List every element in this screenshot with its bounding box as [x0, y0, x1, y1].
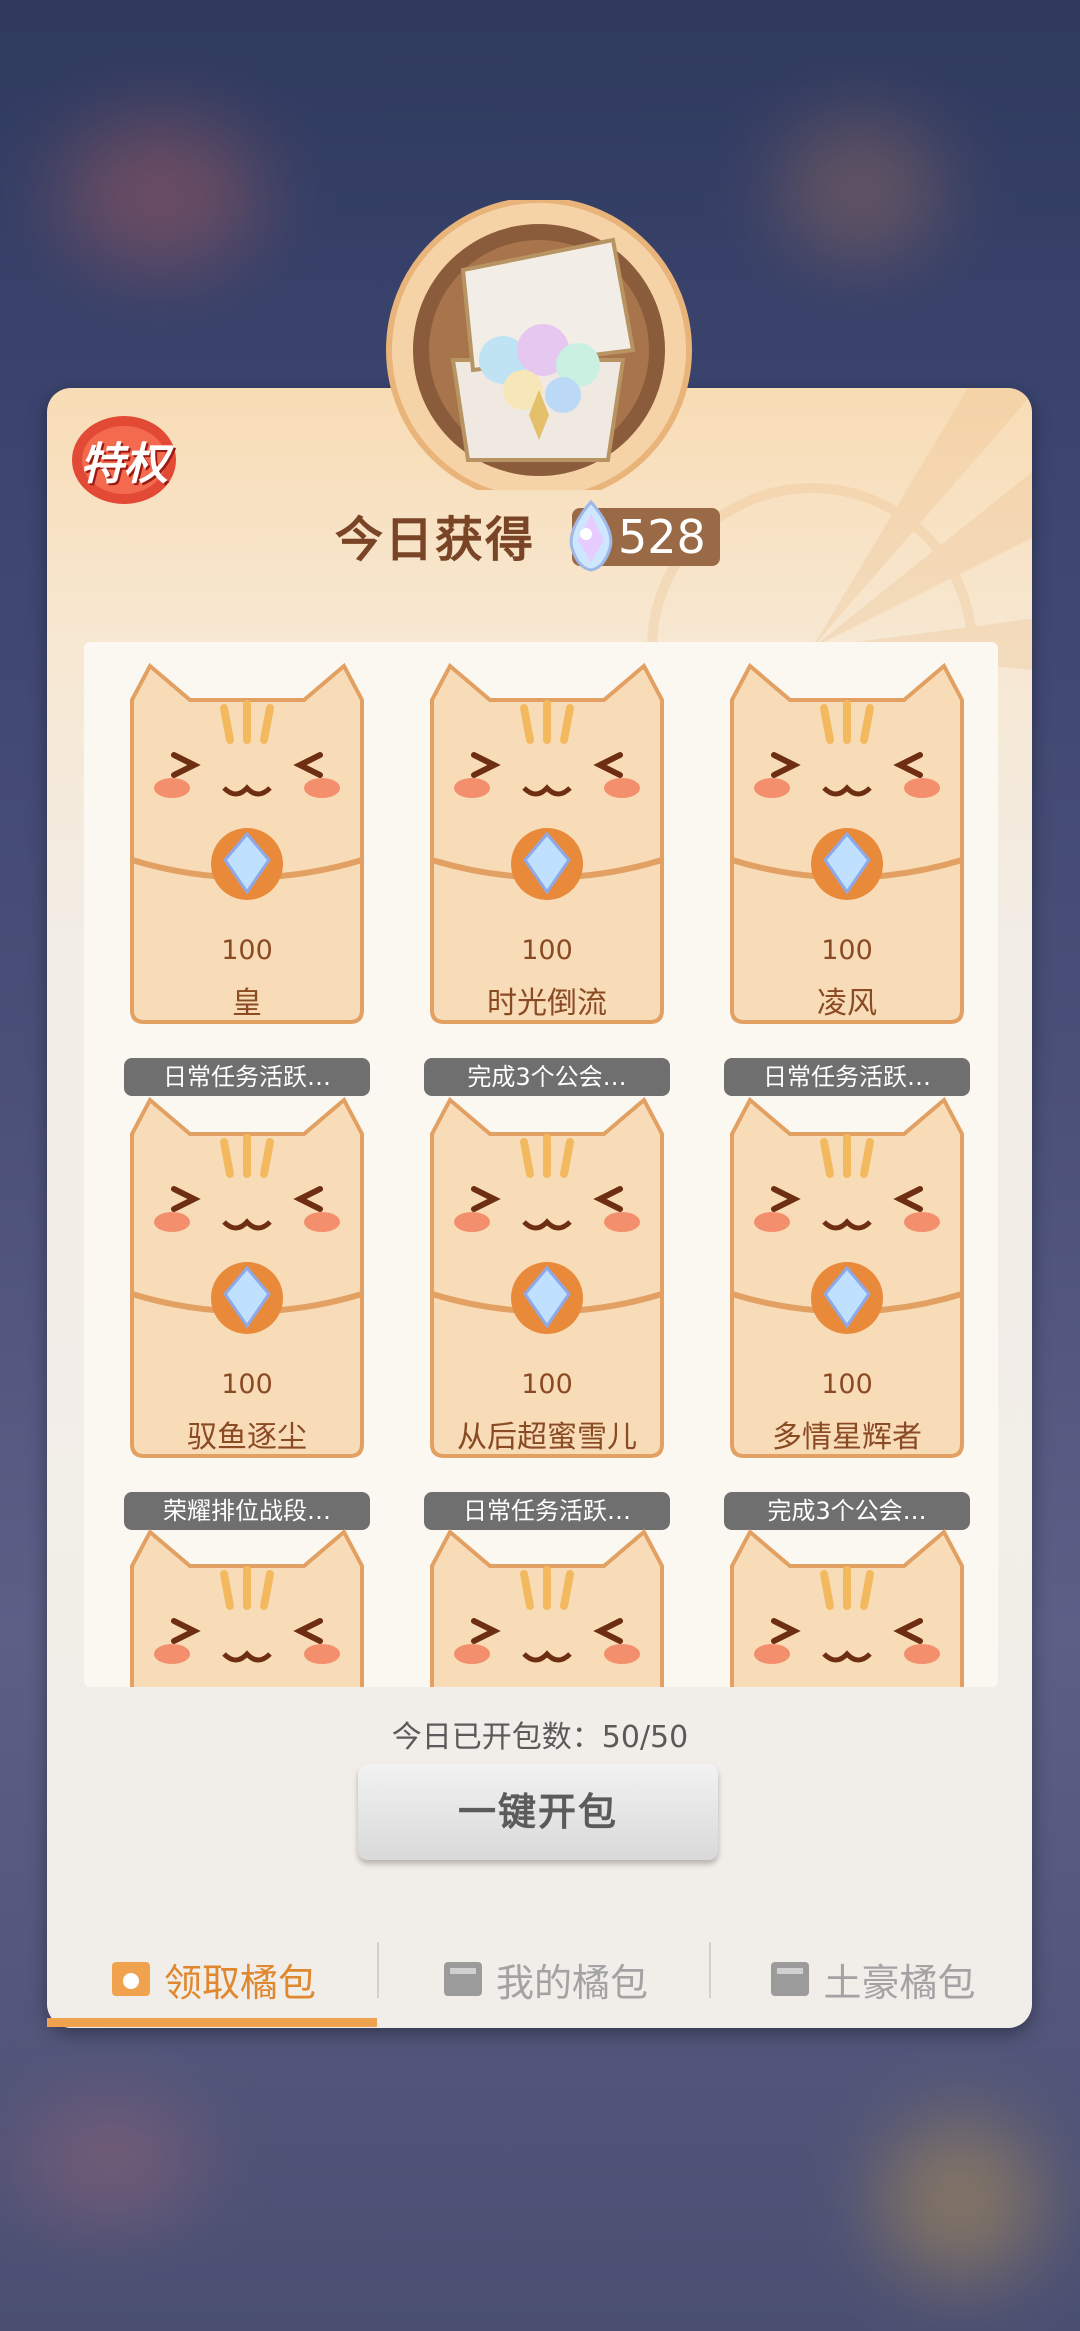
open-count-text: 今日已开包数：50/50	[391, 1720, 689, 1755]
tab-bar: 领取橘包 我的橘包 土豪橘包	[47, 1930, 1032, 2028]
cat-envelope-icon	[130, 662, 364, 1024]
gem-icon	[569, 500, 613, 572]
envelope-value: 100	[221, 1369, 273, 1400]
cat-envelope-icon	[730, 1096, 964, 1458]
envelope-card[interactable]: 100 从后超蜜雪儿 日常任务活跃…	[424, 1094, 670, 1530]
envelope-sender: 驭鱼逐尘	[187, 1420, 307, 1455]
privilege-badge: 特权	[68, 410, 180, 510]
envelope-task: 日常任务活跃…	[724, 1058, 970, 1096]
envelope-value: 100	[521, 1369, 573, 1400]
envelope-sender: 多情星辉者	[772, 1420, 922, 1455]
envelope-card[interactable]	[424, 1526, 670, 1687]
envelope-task: 完成3个公会…	[424, 1058, 670, 1096]
tab-rich-label: 土豪橘包	[823, 1960, 976, 2005]
cat-envelope-icon	[130, 1528, 364, 1687]
envelope-card[interactable]	[724, 1526, 970, 1687]
envelope-tab-icon	[111, 1962, 150, 1996]
envelope-card[interactable]: 100 凌风 日常任务活跃…	[724, 660, 970, 1096]
envelope-task: 日常任务活跃…	[124, 1058, 370, 1096]
envelope-card[interactable]: 100 多情星辉者 完成3个公会…	[724, 1094, 970, 1530]
background-blur	[20, 2100, 200, 2220]
page-title: 今日获得	[335, 512, 536, 568]
envelope-card[interactable]: 100 时光倒流 完成3个公会…	[424, 660, 670, 1096]
tab-mine[interactable]: 我的橘包	[379, 1930, 709, 2028]
open-all-button[interactable]: 一键开包	[358, 1764, 718, 1860]
envelope-task: 日常任务活跃…	[424, 1492, 670, 1530]
cat-envelope-icon	[730, 662, 964, 1024]
tab-rich[interactable]: 土豪橘包	[711, 1930, 1032, 2028]
envelope-tab-icon	[771, 1962, 810, 1996]
envelope-grid[interactable]: 100 皇 日常任务活跃… 100 时光倒流 完成3个公会… 100 凌风 日常…	[84, 642, 998, 1687]
envelope-sender: 皇	[232, 986, 262, 1021]
envelope-tab-icon	[443, 1962, 482, 1996]
envelope-sender: 凌风	[817, 986, 877, 1021]
background-blur	[780, 120, 940, 260]
cat-envelope-icon	[430, 1096, 664, 1458]
total-count: 528	[618, 510, 706, 564]
tab-mine-label: 我的橘包	[495, 1960, 648, 2005]
tab-claim-label: 领取橘包	[163, 1960, 316, 2005]
envelope-value: 100	[221, 935, 273, 966]
background-blur	[880, 2120, 1040, 2280]
envelope-card[interactable]: 100 驭鱼逐尘 荣耀排位战段…	[124, 1094, 370, 1530]
envelope-task: 完成3个公会…	[724, 1492, 970, 1530]
envelope-sender: 从后超蜜雪儿	[457, 1420, 637, 1455]
envelope-value: 100	[521, 935, 573, 966]
background-blur	[60, 120, 260, 270]
active-tab-indicator	[47, 2018, 377, 2027]
cat-envelope-icon	[130, 1096, 364, 1458]
cat-envelope-icon	[430, 662, 664, 1024]
cat-envelope-icon	[730, 1528, 964, 1687]
treasure-chest-icon	[373, 197, 705, 503]
envelope-task: 荣耀排位战段…	[124, 1492, 370, 1530]
envelope-card[interactable]	[124, 1526, 370, 1687]
envelope-value: 100	[821, 935, 873, 966]
envelope-value: 100	[821, 1369, 873, 1400]
cat-envelope-icon	[430, 1528, 664, 1687]
envelope-sender: 时光倒流	[487, 986, 607, 1021]
privilege-badge-label: 特权	[80, 439, 168, 490]
envelope-card[interactable]: 100 皇 日常任务活跃…	[124, 660, 370, 1096]
tab-claim[interactable]: 领取橘包	[47, 1930, 377, 2028]
